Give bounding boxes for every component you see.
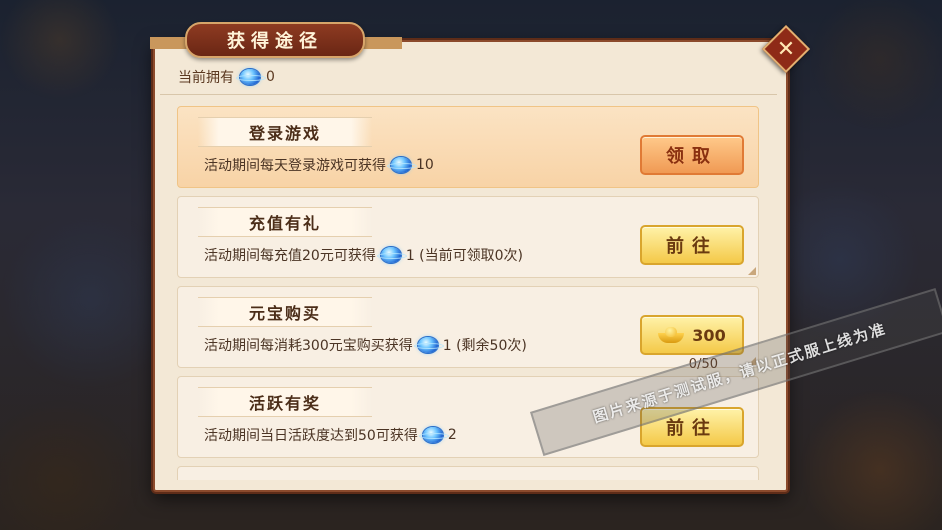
- title-wing-left: [150, 37, 190, 49]
- task-card-purchase: 元宝购买 活动期间每消耗300元宝购买获得 1 (剩余50次) 300: [177, 286, 759, 368]
- task-description: 活动期间当日活跃度达到50可获得 2: [204, 425, 457, 445]
- owned-count-header: 当前拥有 0: [178, 66, 275, 88]
- task-desc-text: 活动期间当日活跃度达到50可获得: [204, 428, 418, 444]
- task-card-recharge: 充值有礼 活动期间每充值20元可获得 1 (当前可领取0次) 前往: [177, 196, 759, 278]
- owned-label: 当前拥有: [178, 70, 234, 86]
- purchase-button[interactable]: 300: [640, 315, 744, 355]
- task-desc-text: 活动期间每消耗300元宝购买获得: [204, 338, 413, 354]
- task-desc-text: 活动期间每天登录游戏可获得: [204, 158, 386, 174]
- task-list[interactable]: 登录游戏 活动期间每天登录游戏可获得 10 领取 充值有礼 活动期间每充值20元…: [160, 100, 777, 480]
- purchase-price: 300: [692, 325, 726, 345]
- task-card-partial: [177, 466, 759, 480]
- blue-orb-icon: [418, 427, 449, 443]
- blue-orb-icon: [376, 247, 407, 263]
- task-reward: 1 (当前可领取0次): [405, 248, 524, 264]
- task-reward: 2: [447, 427, 457, 443]
- task-description: 活动期间每天登录游戏可获得 10: [204, 155, 434, 175]
- task-name: 元宝购买: [198, 297, 372, 327]
- close-x-icon[interactable]: ✕: [769, 32, 803, 66]
- task-description: 活动期间每充值20元可获得 1 (当前可领取0次): [204, 245, 523, 265]
- task-name: 充值有礼: [198, 207, 372, 237]
- task-name: 活跃有奖: [198, 387, 372, 417]
- task-desc-text: 活动期间每充值20元可获得: [204, 248, 376, 264]
- task-reward: 1 (剩余50次): [442, 338, 527, 354]
- blue-orb-icon: [413, 337, 444, 353]
- divider: [160, 94, 777, 95]
- dialog-title: 获得途径: [185, 22, 365, 58]
- corner-deco: [748, 267, 756, 275]
- task-card-login: 登录游戏 活动期间每天登录游戏可获得 10 领取: [177, 106, 759, 188]
- task-description: 活动期间每消耗300元宝购买获得 1 (剩余50次): [204, 335, 527, 355]
- claim-button[interactable]: 领取: [640, 135, 744, 175]
- gold-ingot-icon: [658, 327, 685, 343]
- task-name: 登录游戏: [198, 117, 372, 147]
- go-button[interactable]: 前往: [640, 225, 744, 265]
- owned-count: 0: [266, 69, 275, 85]
- task-reward: 10: [416, 157, 434, 173]
- blue-orb-icon: [236, 69, 266, 85]
- blue-orb-icon: [387, 157, 417, 173]
